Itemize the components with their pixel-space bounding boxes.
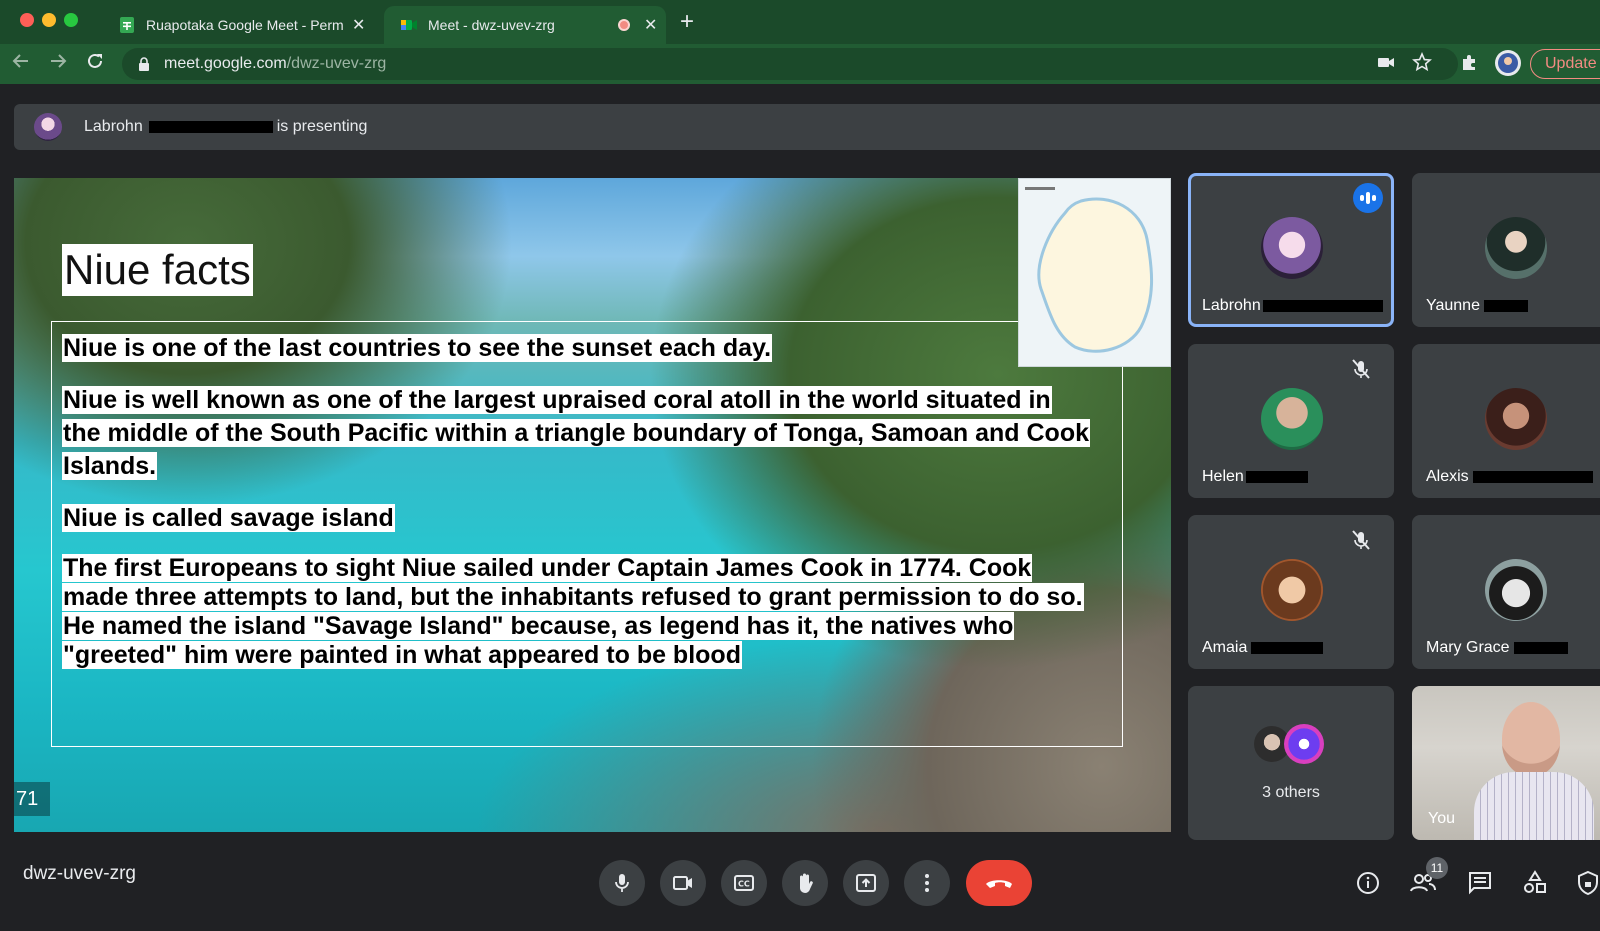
tab-close-icon[interactable]: ✕	[352, 15, 365, 35]
participant-name: Yaunne	[1426, 297, 1528, 315]
microphone-icon	[615, 874, 629, 892]
google-meet-icon	[400, 16, 418, 34]
slide-number: 71	[14, 782, 50, 816]
tab-close-icon[interactable]: ✕	[644, 15, 657, 35]
participant-tile[interactable]: Helen	[1188, 344, 1394, 498]
activities-shapes-icon	[1524, 870, 1546, 893]
self-view-tile[interactable]: You	[1412, 686, 1600, 840]
participant-name: Amaia	[1202, 639, 1324, 657]
participant-name: Labrohn	[1202, 297, 1383, 315]
more-vert-icon	[925, 874, 929, 892]
participant-name: Alexis	[1426, 468, 1593, 486]
mic-off-icon	[1352, 530, 1370, 550]
address-bar[interactable]: meet.google.com/dwz-uvev-zrg	[122, 48, 1458, 80]
tab-title: Meet - dwz-uvev-zrg	[428, 17, 555, 33]
activities-button[interactable]	[1520, 868, 1550, 898]
slide-fact: Niue is one of the last countries to see…	[62, 334, 773, 362]
slide-fact: The first Europeans to sight Niue sailed…	[62, 554, 1084, 669]
meeting-code: dwz-uvev-zrg	[23, 863, 136, 884]
participant-avatar	[1261, 217, 1323, 279]
new-tab-button[interactable]: +	[680, 8, 694, 36]
recording-indicator-icon	[618, 19, 630, 31]
lock-icon	[139, 57, 149, 71]
leave-call-button[interactable]	[966, 860, 1032, 906]
tab-title: Ruapotaka Google Meet - Perm	[146, 17, 344, 33]
camera-button[interactable]	[660, 860, 706, 906]
shield-lock-icon	[1578, 870, 1598, 896]
captions-button[interactable]: CC	[721, 860, 767, 906]
camera-in-use-icon[interactable]	[1376, 52, 1396, 77]
present-screen-icon	[856, 874, 876, 892]
others-tile[interactable]: 3 others	[1188, 686, 1394, 840]
browser-toolbar: meet.google.com/dwz-uvev-zrg Update	[0, 44, 1600, 84]
forward-arrow-icon[interactable]	[49, 52, 67, 76]
participant-avatar	[1284, 724, 1324, 764]
tab-meet[interactable]: Meet - dwz-uvev-zrg ✕	[384, 6, 666, 44]
others-label: 3 others	[1262, 784, 1320, 801]
extensions-puzzle-icon[interactable]	[1459, 52, 1479, 77]
reload-icon[interactable]	[86, 52, 104, 76]
closed-captions-icon: CC	[734, 875, 754, 891]
microphone-button[interactable]	[599, 860, 645, 906]
host-controls-button[interactable]	[1573, 868, 1600, 898]
participant-avatar	[1485, 559, 1547, 621]
people-count-badge: 11	[1426, 857, 1448, 879]
mic-off-icon	[1352, 359, 1370, 379]
google-sheets-icon	[118, 16, 136, 34]
presentation-slide: Niue facts Niue is one of the last count…	[14, 178, 1171, 832]
url-path: /dwz-uvev-zrg	[286, 55, 387, 72]
participant-avatar	[1485, 388, 1547, 450]
tab-sheets[interactable]: Ruapotaka Google Meet - Perm ✕	[104, 6, 380, 44]
speaking-indicator-icon	[1353, 183, 1383, 213]
participant-tile[interactable]: Alexis	[1412, 344, 1600, 498]
more-options-button[interactable]	[904, 860, 950, 906]
video-camera-icon	[673, 876, 692, 890]
participant-name: Helen	[1202, 468, 1308, 486]
presenting-banner: Labrohn is presenting	[14, 104, 1600, 150]
window-zoom-button[interactable]	[64, 13, 78, 27]
participant-tile[interactable]: Mary Grace	[1412, 515, 1600, 669]
redaction-bar	[148, 121, 273, 133]
raise-hand-button[interactable]	[782, 860, 828, 906]
slide-fact: Niue is called savage island	[62, 504, 395, 532]
end-call-icon	[986, 880, 1012, 888]
meeting-details-button[interactable]	[1353, 868, 1383, 898]
raise-hand-icon	[800, 873, 813, 894]
chat-button[interactable]	[1465, 868, 1495, 898]
update-button[interactable]: Update	[1530, 49, 1600, 79]
presenter-avatar	[34, 113, 62, 141]
participant-avatar	[1261, 388, 1323, 450]
slide-title: Niue facts	[62, 244, 253, 296]
participant-avatar	[1485, 217, 1547, 279]
participant-tile[interactable]: Amaia	[1188, 515, 1394, 669]
participant-tile[interactable]: Yaunne	[1412, 173, 1600, 327]
bookmark-star-icon[interactable]	[1412, 51, 1432, 77]
presenter-first-name: Labrohn	[84, 118, 143, 135]
self-label: You	[1428, 810, 1455, 827]
slide-fact: Niue is well known as one of the largest…	[62, 386, 1090, 480]
window-minimize-button[interactable]	[42, 13, 56, 27]
url-host: meet.google.com	[164, 55, 287, 72]
browser-tab-bar: Ruapotaka Google Meet - Perm ✕ Meet - dw…	[0, 0, 1600, 44]
info-icon	[1357, 872, 1379, 894]
self-video-face	[1502, 702, 1560, 776]
chat-icon	[1469, 872, 1491, 895]
profile-avatar-icon[interactable]	[1494, 49, 1522, 82]
svg-text:CC: CC	[738, 880, 750, 889]
niue-map-image	[1018, 178, 1171, 367]
participant-avatar	[1261, 559, 1323, 621]
presenting-label: is presenting	[276, 118, 368, 135]
participant-name: Mary Grace	[1426, 639, 1568, 657]
self-video-shirt	[1474, 772, 1594, 840]
participant-tile[interactable]: Labrohn	[1188, 173, 1394, 327]
back-arrow-icon[interactable]	[12, 52, 30, 76]
window-close-button[interactable]	[20, 13, 34, 27]
present-screen-button[interactable]	[843, 860, 889, 906]
